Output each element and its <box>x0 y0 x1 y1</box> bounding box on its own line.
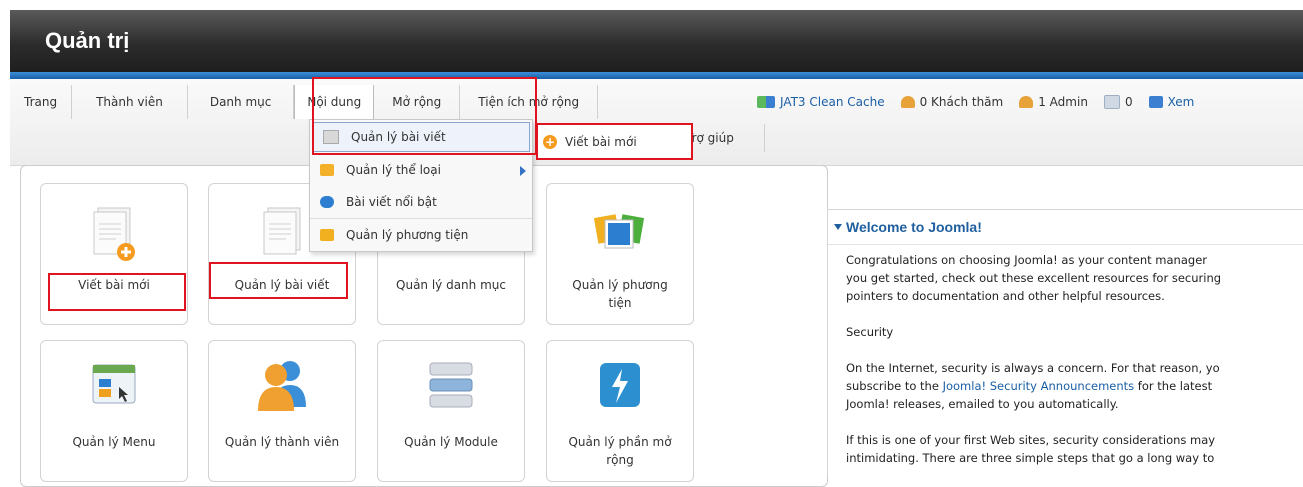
welcome-text: intimidating. There are three simple ste… <box>846 451 1215 465</box>
media-manager-icon <box>593 214 645 249</box>
menu-item-mo-rong[interactable]: Mở rộng <box>374 85 461 119</box>
tile-media-manager[interactable]: Quản lý phương tiện <box>546 183 694 325</box>
tile-label: Quản lý Menu <box>72 435 156 449</box>
admins-label: 1 Admin <box>1038 95 1088 109</box>
welcome-text: Joomla! releases, emailed to you automat… <box>846 397 1119 411</box>
tile-user-manager[interactable]: Quản lý thành viên <box>208 340 356 482</box>
welcome-text: If this is one of your first Web sites, … <box>846 433 1216 447</box>
welcome-text: subscribe to the <box>846 379 943 393</box>
folder-icon <box>323 130 339 144</box>
dropdown-item-category-manager[interactable]: Quản lý thể loại <box>310 154 532 186</box>
media-icon <box>320 229 334 241</box>
admin-header: Quản trị <box>10 10 1303 72</box>
tile-label: Quản lý thành viên <box>224 435 340 449</box>
welcome-title[interactable]: Welcome to Joomla! <box>828 210 1303 245</box>
page-title: Quản trị <box>45 28 130 53</box>
welcome-text: you get started, check out these excelle… <box>846 271 1222 285</box>
dropdown-item-label: Quản lý phương tiện <box>346 228 469 242</box>
tile-label: Quản lý phương tiện <box>572 278 668 310</box>
submenu-arrow-icon <box>520 166 526 176</box>
tile-module-manager[interactable]: Quản lý Module <box>377 340 525 482</box>
welcome-body: Congratulations on choosing Joomla! as y… <box>828 245 1303 467</box>
tile-label: Viết bài mới <box>78 278 150 292</box>
clean-cache-label[interactable]: JAT3 Clean Cache <box>780 95 885 109</box>
clean-cache-link[interactable]: JAT3 Clean Cache <box>757 95 885 109</box>
dropdown-item-article-manager[interactable]: Quản lý bài viết <box>312 122 530 152</box>
content-dropdown-menu: Quản lý bài viết Quản lý thể loại Bài vi… <box>309 119 533 252</box>
tile-extension-manager[interactable]: Quản lý phần mở rộng <box>546 340 694 482</box>
menu-item-tien-ich[interactable]: Tiện ích mở rộng <box>460 85 599 119</box>
users-icon <box>258 361 306 411</box>
menu-icon <box>92 364 136 404</box>
tile-label: Quản lý danh mục <box>396 278 506 292</box>
guests-label: 0 Khách thăm <box>919 95 1004 109</box>
tile-new-article[interactable]: Viết bài mới <box>40 183 188 325</box>
category-folder-icon <box>320 164 334 176</box>
tile-label: Quản lý phần mở rộng <box>568 435 672 467</box>
dropdown-item-label: Bài viết nổi bật <box>346 195 437 209</box>
welcome-text: Congratulations on choosing Joomla! as y… <box>846 253 1207 267</box>
messages-label: 0 <box>1124 95 1133 109</box>
new-article-flyout[interactable]: + Viết bài mới <box>536 124 692 160</box>
guests-count: 0 Khách thăm <box>900 95 1004 109</box>
view-site-label[interactable]: Xem <box>1168 95 1195 109</box>
menu-item-noi-dung[interactable]: Nội dung <box>294 85 375 119</box>
view-site-link[interactable]: Xem <box>1148 95 1195 109</box>
security-announcements-link[interactable]: Joomla! Security Announcements <box>943 379 1135 393</box>
dropdown-item-featured[interactable]: Bài viết nổi bật <box>310 186 532 218</box>
welcome-panel: Welcome to Joomla! Congratulations on ch… <box>827 209 1303 475</box>
user-icon <box>900 96 915 108</box>
menu-item-trang[interactable]: Trang <box>10 85 73 119</box>
dropdown-item-media-manager[interactable]: Quản lý phương tiện <box>310 218 532 251</box>
module-icon <box>429 362 473 408</box>
article-icon <box>263 207 301 255</box>
flyout-label: Viết bài mới <box>565 135 637 149</box>
menu-item-danh-muc[interactable]: Danh mục <box>188 85 295 119</box>
status-bar: JAT3 Clean Cache 0 Khách thăm 1 Admin 0 … <box>757 95 1194 109</box>
security-heading: Security <box>846 325 894 339</box>
mail-icon <box>1103 95 1120 109</box>
new-article-icon <box>93 207 135 261</box>
tile-label: Quản lý Module <box>404 435 498 449</box>
dropdown-item-label: Quản lý thể loại <box>346 163 441 177</box>
welcome-text: On the Internet, security is always a co… <box>846 361 1220 375</box>
submenu-divider <box>764 124 765 152</box>
menu-item-thanh-vien[interactable]: Thành viên <box>72 85 188 119</box>
monitor-icon <box>1148 96 1163 108</box>
submenu-help[interactable]: Trợ giúp <box>686 124 734 152</box>
welcome-text: pointers to documentation and other help… <box>846 289 1165 303</box>
welcome-text: for the latest <box>1134 379 1213 393</box>
main-menu: Trang Thành viên Danh mục Nội dung Mở rộ… <box>10 85 599 119</box>
admins-count: 1 Admin <box>1019 95 1088 109</box>
tile-label: Quản lý bài viết <box>234 278 330 292</box>
add-icon: + <box>543 135 557 149</box>
star-icon <box>320 196 334 208</box>
extension-icon <box>600 363 640 407</box>
dropdown-item-label: Quản lý bài viết <box>351 130 446 144</box>
cache-icon <box>757 96 775 108</box>
messages-count[interactable]: 0 <box>1103 95 1133 109</box>
tile-menu-manager[interactable]: Quản lý Menu <box>40 340 188 482</box>
admin-user-icon <box>1019 96 1034 108</box>
header-divider <box>10 72 1303 79</box>
